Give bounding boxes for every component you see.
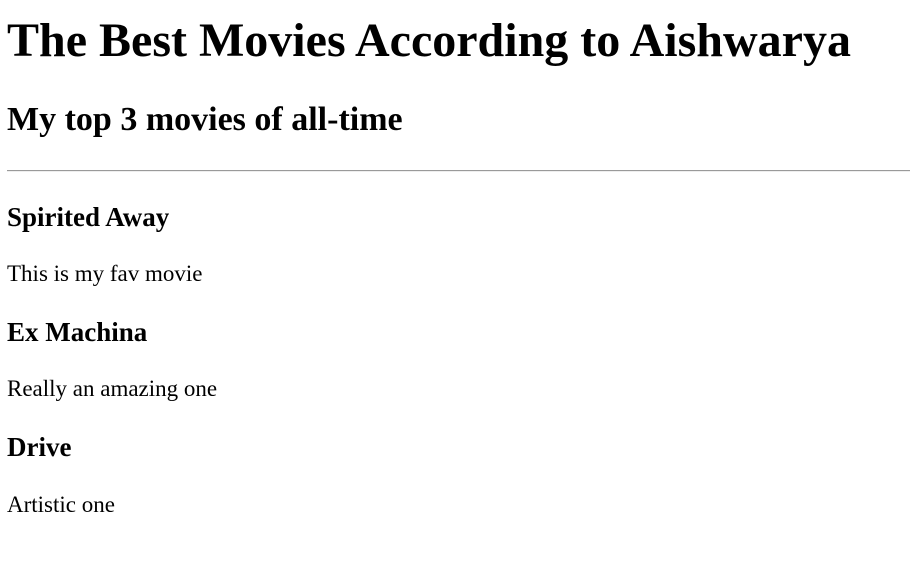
movie-title: Ex Machina (7, 317, 148, 347)
movie-description: This is my fav movie (7, 261, 203, 286)
movie-title: Spirited Away (7, 202, 170, 232)
page-subtitle: My top 3 movies of all-time (7, 101, 403, 138)
movie-title: Drive (7, 432, 72, 462)
movie-description: Artistic one (7, 492, 115, 517)
divider (7, 170, 910, 172)
page-title: The Best Movies According to Aishwarya (7, 14, 851, 67)
movie-description: Really an amazing one (7, 376, 218, 401)
